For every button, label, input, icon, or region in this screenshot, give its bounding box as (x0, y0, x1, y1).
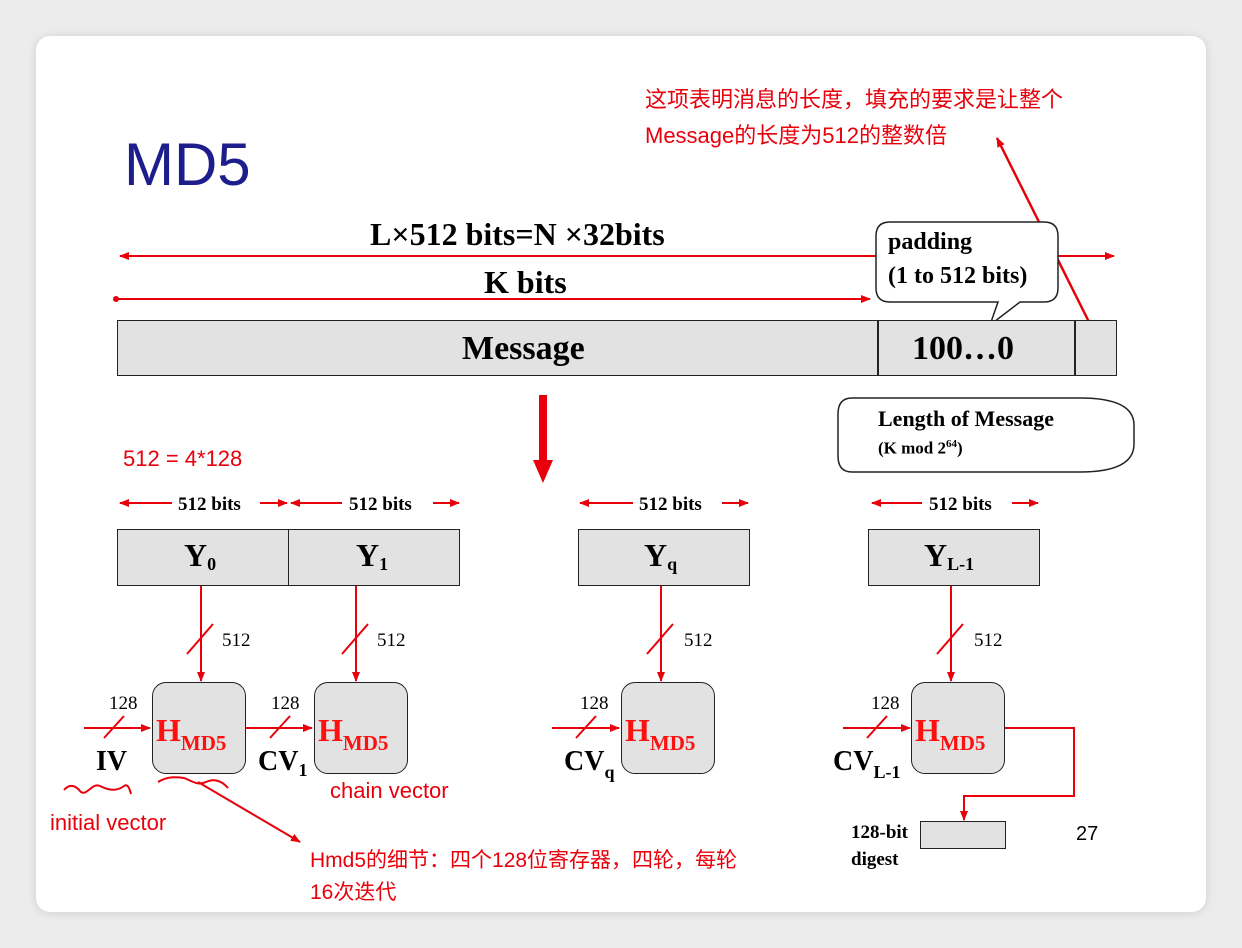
block-y1-label: Y1 (356, 537, 389, 574)
block-yq-label: Yq (644, 537, 678, 574)
length-callout-line1: Length of Message (878, 406, 1054, 431)
length-callout-line2: (K mod 264) (878, 438, 963, 458)
digest-label-line2: digest (851, 849, 899, 870)
block-equation: 512 = 4*128 (123, 446, 243, 471)
hmd5-detail-arrow (197, 781, 301, 843)
block-y0-label: Y0 (184, 537, 217, 574)
message-label: Message (462, 330, 585, 367)
iv-label: IV (96, 746, 128, 777)
hmd5-detail-line1: Hmd5的细节：四个128位寄存器，四轮，每轮 (310, 849, 738, 872)
bus-width-label: 512 (684, 630, 713, 651)
hash-unit-label: HMD5 (156, 712, 227, 755)
padding-callout-line2: (1 to 512 bits) (888, 263, 1028, 289)
chain-vector-note: chain vector (330, 778, 449, 803)
total-bits-label: L×512 bits=N ×32bits (370, 216, 665, 252)
chain-width-label: 128 (271, 693, 300, 714)
hash-unit-label: HMD5 (318, 712, 389, 755)
slide: 这项表明消息的长度，填充的要求是让整个 Message的长度为512的整数倍 M… (36, 36, 1206, 912)
block-yl-1-label: YL-1 (924, 537, 975, 574)
k-bits-label: K bits (484, 264, 567, 300)
top-note-line1: 这项表明消息的长度，填充的要求是让整个 (645, 87, 1064, 112)
chain-width-label: 128 (871, 693, 900, 714)
cv-1-label: CV1 (258, 746, 308, 780)
digest-label-line1: 128-bit (851, 822, 908, 843)
bus-width-label: 512 (222, 630, 251, 651)
padding-callout-line1: padding (888, 229, 973, 255)
padding-value: 100…0 (912, 330, 1014, 367)
bus-width-label: 512 (974, 630, 1003, 651)
bus-width-label: 512 (377, 630, 406, 651)
hmd5-detail-line2: 16次迭代 (310, 881, 397, 904)
chain-width-label: 128 (109, 693, 138, 714)
page-title: MD5 (124, 131, 251, 198)
hmd5-squiggle (157, 776, 229, 789)
hash-unit-label: HMD5 (625, 712, 696, 755)
cv-q-label: CVq (564, 746, 615, 782)
iv-squiggle (63, 784, 132, 795)
cv-l-1-label: CVL-1 (833, 746, 901, 782)
initial-vector-note: initial vector (50, 810, 167, 835)
block-bits-label: 512 bits (639, 494, 702, 515)
block-bits-label: 512 bits (929, 494, 992, 515)
digest-box (920, 821, 1006, 849)
padding-divider (877, 320, 879, 376)
length-divider (1074, 320, 1076, 376)
chain-width-label: 128 (580, 693, 609, 714)
block-bits-label: 512 bits (349, 494, 412, 515)
hash-unit-label: HMD5 (915, 712, 986, 755)
block-bits-label: 512 bits (178, 494, 241, 515)
page-number: 27 (1076, 823, 1099, 845)
top-note-line2: Message的长度为512的整数倍 (645, 123, 947, 148)
